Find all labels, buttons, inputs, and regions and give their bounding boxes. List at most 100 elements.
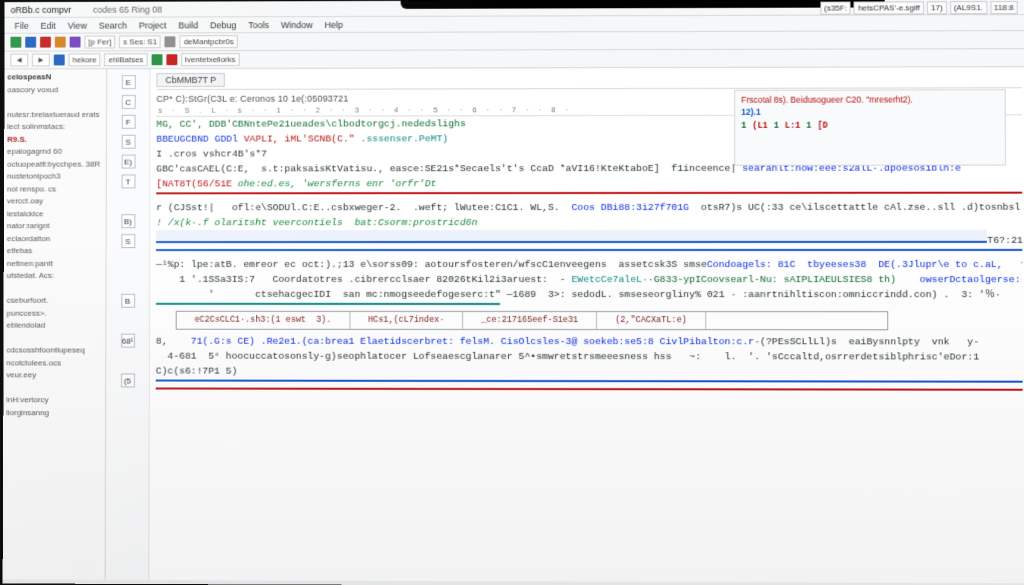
toolbar-combo-3[interactable]: deMantpcbr0s [180, 35, 238, 48]
toolbar-combo-1[interactable]: [p Fer] [84, 36, 115, 49]
menu-project[interactable]: Project [135, 20, 171, 30]
outline-item[interactable]: lestalcklce [7, 208, 103, 220]
outline-item[interactable]: R9.S. [7, 133, 103, 146]
outline-item[interactable]: utstedat. Acs: [7, 270, 103, 282]
code-line[interactable]: C)c(s6:!7P1 5) [156, 364, 1023, 380]
outline-item[interactable] [7, 282, 103, 294]
code-token: T6?:218@LedbICELouloauonss\aut%shot-9 eu… [987, 235, 1022, 246]
code-token: ―¹%p: lpe:atB. emreor ec oct:).;13 e\sor… [156, 259, 707, 270]
gutter-mark[interactable]: (5 [121, 373, 135, 387]
toolbar-secondary: ◄ ► hekore ehlBatses Iventetxellorks [4, 49, 1024, 69]
outline-item[interactable]: cdcsosshfoontiupeseq [6, 345, 102, 358]
outline-item[interactable]: eblendolad [7, 320, 103, 333]
monitor-bezel [401, 0, 885, 9]
code-line[interactable]: ! /x(k·.f olaritsht veercontiels bat:Cso… [156, 215, 1022, 230]
gutter-mark[interactable]: C [121, 95, 135, 109]
code-editor[interactable]: CbMMB7T P CP* C):StGr(C3L e: Ceronos 10 … [149, 67, 1024, 583]
code-line[interactable]: 8, 71(.G:s CE) .Re2e1.(ca:brea1 Elaetids… [156, 334, 1023, 350]
outline-item[interactable]: liorginsanng [6, 407, 102, 420]
outline-item[interactable] [7, 96, 103, 109]
outline-item[interactable]: punccess>. [7, 307, 103, 319]
outline-item[interactable]: elfebas [7, 245, 103, 257]
menu-window[interactable]: Window [277, 20, 317, 30]
debug-icon[interactable] [55, 37, 66, 48]
code-token: 8, [156, 336, 191, 347]
outline-item[interactable]: oascory voxud [7, 84, 103, 97]
build-icon[interactable] [25, 37, 36, 48]
code-token: GBC'casCAEL(C:E, s.t:paksaisKtVatisu., e… [156, 163, 742, 175]
separator-rule [156, 303, 501, 305]
menu-help[interactable]: Help [321, 19, 347, 29]
break-icon[interactable] [166, 54, 177, 65]
gutter-mark[interactable]: F [121, 115, 135, 129]
run-icon[interactable] [10, 37, 21, 48]
gutter-mark[interactable]: E) [121, 155, 135, 169]
gutter-mark[interactable]: T [121, 174, 135, 188]
titlebar-project: codes 65 Ring 08 [93, 4, 162, 14]
code-token: .sssenser.PeMT) [360, 133, 448, 144]
code-line[interactable]: 4-681 5° hoocuccatosonsly-g)seophlatocer… [156, 349, 1023, 365]
menu-debug[interactable]: Debug [206, 20, 240, 30]
info-line1: Frscotal 8s). Beidusogueer C20. "mreserh… [741, 93, 999, 106]
code-line[interactable]: 1 '.1SSa3IS:7 Coordatotres .cibrercclsae… [156, 272, 1022, 287]
outline-item[interactable] [6, 382, 102, 395]
outline-item[interactable]: ncotctolees.ocs [6, 357, 102, 370]
code-token: otsR7)s UC(:33 ce\ilscettattle cAl.zse..… [689, 202, 1023, 213]
outline-item[interactable]: inH:vertorcy [6, 394, 102, 407]
sep-icon [165, 36, 176, 47]
outline-item[interactable]: epalogagrnd 60 [7, 146, 103, 159]
outline-item[interactable]: eclaordatton [7, 233, 103, 245]
outline-item[interactable] [6, 332, 102, 345]
gutter-mark[interactable]: E [121, 75, 135, 89]
menu-view[interactable]: View [64, 20, 91, 30]
menu-search[interactable]: Search [95, 20, 131, 30]
outline-sidebar[interactable]: celospeasN oascory voxud nutesr:brelaxtu… [3, 69, 107, 580]
outline-item[interactable]: veur.eey [6, 369, 102, 382]
code-token: VAPLI, iML'SCNB(C." [244, 133, 361, 144]
stop-icon[interactable] [40, 37, 51, 48]
toolbar-combo-2[interactable]: s Ses: S1 [119, 35, 161, 48]
gutter-mark[interactable]: B [121, 294, 135, 308]
gutter-mark[interactable]: S [121, 135, 135, 149]
outline-item[interactable] [6, 419, 102, 432]
info-number: (L1 [752, 120, 767, 132]
menu-file[interactable]: File [11, 20, 33, 30]
gutter-mark[interactable]: B) [121, 214, 135, 228]
info-line2: 12).1 [741, 105, 999, 117]
outline-item[interactable]: vercct.oay [7, 195, 103, 207]
tb2-label3[interactable]: Iventetxellorks [181, 53, 240, 66]
nav-back-button[interactable]: ◄ [10, 54, 28, 67]
outline-item[interactable]: cseburfoort. [7, 295, 103, 307]
code-line[interactable]: ―¹%p: lpe:atB. emreor ec oct:).;13 e\sor… [156, 257, 1022, 272]
editor-tab[interactable]: CbMMB7T P [156, 73, 225, 87]
outline-item[interactable]: nutesr:brelaxtueraud erats [7, 108, 103, 121]
hier-icon[interactable] [151, 54, 162, 65]
tb2-label1[interactable]: hekore [69, 53, 101, 66]
code-line[interactable]: T6?:218@LedbICELouloauonss\aut%shot-9 eu… [156, 230, 1022, 248]
tb2-label2[interactable]: ehlBatses [105, 53, 148, 66]
boxed-cell: _ce:217165eef-S1e31 [463, 312, 597, 329]
outline-item[interactable]: nettnen:pantt [7, 258, 103, 270]
separator-rule [156, 387, 1023, 390]
gutter-mark[interactable]: S [121, 234, 135, 248]
code-line[interactable]: r (CJSst!| ofl:e\SODUl.C:E..csbxweger-2.… [156, 200, 1022, 216]
separator-rule [156, 380, 1023, 383]
profile-icon[interactable] [70, 37, 81, 48]
outline-item[interactable]: nol renspo. cs [7, 183, 103, 195]
outline-item[interactable]: octuopeatfl:bycchpes. 38R [7, 158, 103, 171]
code-line[interactable]: [NAT8T(56/51E ohe:ed.es, 'wersferns enr … [156, 176, 1022, 192]
nav-fwd-button[interactable]: ► [32, 54, 50, 67]
outline-item[interactable]: nustetonlpoch3 [7, 171, 103, 184]
menu-tools[interactable]: Tools [244, 20, 273, 30]
editor-tabbar: CbMMB7T P [156, 71, 1021, 90]
code-token: ·(?PEsSCLlLl)s eaiBysnnlpty vnk y- [754, 336, 979, 347]
gutter-mark[interactable]: 68¹ [121, 334, 135, 348]
bookmark-icon[interactable] [54, 54, 65, 65]
code-token: r (CJSst!| ofl:e\SODUl.C:E..csbxweger-2.… [156, 202, 571, 213]
outline-item[interactable]: nator:rarignt [7, 220, 103, 232]
editor-gutter[interactable]: ECFSE)TB)SB68¹(5 [106, 69, 151, 580]
code-line[interactable]: ' ctsehacgecIDI san mc:nmogseedefogeserc… [156, 287, 1023, 302]
menu-edit[interactable]: Edit [37, 20, 60, 30]
outline-item[interactable]: lect solinmstacs: [7, 121, 103, 134]
menu-build[interactable]: Build [174, 20, 202, 30]
